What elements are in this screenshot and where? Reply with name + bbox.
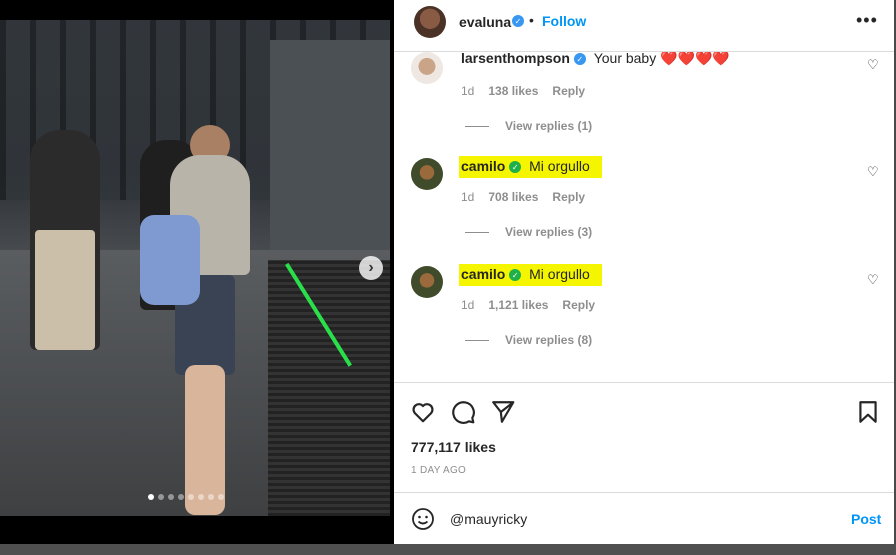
comment-highlight: camilo ✓ Mi orgullo <box>459 156 602 178</box>
comment-line: camilo ✓ Mi orgullo <box>459 264 602 286</box>
photo-pane: › <box>0 0 394 555</box>
commenter-username[interactable]: larsenthompson <box>461 52 570 66</box>
bottom-bar <box>0 544 896 555</box>
commenter-username[interactable]: camilo <box>461 158 505 174</box>
comment-input[interactable] <box>450 505 810 533</box>
photo-stage-block <box>268 260 390 516</box>
carousel-dot <box>188 494 194 500</box>
replies-dash <box>465 125 489 127</box>
carousel-dot <box>208 494 214 500</box>
verified-icon: ✓ <box>509 269 522 282</box>
photo-woman-with-baby <box>140 125 250 516</box>
view-replies-label: View replies (3) <box>505 225 593 239</box>
photo-person <box>30 130 100 350</box>
emoji-icon[interactable] <box>411 507 435 531</box>
post-side-panel: evaluna ✓ • Follow ••• larsenthompson ✓ … <box>394 0 894 544</box>
post-timestamp: 1 DAY AGO <box>411 465 467 476</box>
comments-list[interactable]: larsenthompson ✓ Your baby ❤️❤️❤️❤️ 1d 1… <box>394 52 894 382</box>
carousel-dot <box>198 494 204 500</box>
carousel-dot <box>158 494 164 500</box>
heart-icon[interactable] <box>410 399 436 425</box>
follow-button[interactable]: Follow <box>542 13 586 29</box>
post-header: evaluna ✓ • Follow ••• <box>394 0 894 52</box>
commenter-avatar[interactable] <box>411 52 443 84</box>
heart-icon[interactable]: ♡ <box>867 164 879 180</box>
chevron-right-icon: › <box>368 259 374 276</box>
comment-meta: 1d 1,121 likes Reply <box>461 298 595 312</box>
likes-count[interactable]: 777,117 likes <box>411 439 496 455</box>
comment-likes[interactable]: 138 likes <box>488 84 538 98</box>
view-replies-button[interactable]: View replies (8) <box>465 333 592 347</box>
carousel-dot <box>148 494 154 500</box>
verified-icon: ✓ <box>512 15 524 27</box>
post-photo[interactable] <box>0 20 390 516</box>
next-image-button[interactable]: › <box>359 256 383 280</box>
view-replies-button[interactable]: View replies (3) <box>465 225 592 239</box>
comment-age: 1d <box>461 190 475 204</box>
bookmark-icon[interactable] <box>855 399 881 425</box>
comment-text: Mi orgullo <box>529 158 590 174</box>
carousel-dots <box>148 494 224 500</box>
heart-icon[interactable]: ♡ <box>867 272 879 288</box>
share-icon[interactable] <box>490 399 516 425</box>
comment-highlight: camilo ✓ Mi orgullo <box>459 264 602 286</box>
comment-icon[interactable] <box>450 399 476 425</box>
post-actions: 777,117 likes 1 DAY AGO <box>394 382 894 492</box>
replies-dash <box>465 231 489 233</box>
verified-icon: ✓ <box>509 161 522 174</box>
comment-meta: 1d 708 likes Reply <box>461 190 585 204</box>
comment-line: camilo ✓ Mi orgullo <box>459 156 602 178</box>
comment-meta: 1d 138 likes Reply <box>461 84 585 98</box>
comment-likes[interactable]: 708 likes <box>488 190 538 204</box>
carousel-dot <box>168 494 174 500</box>
commenter-username[interactable]: camilo <box>461 266 505 282</box>
commenter-avatar[interactable] <box>411 266 443 298</box>
post-comment-button[interactable]: Post <box>851 511 881 527</box>
reply-button[interactable]: Reply <box>562 298 595 312</box>
comment-text: Your baby ❤️❤️❤️❤️ <box>593 52 730 66</box>
header-separator: • <box>529 12 534 28</box>
commenter-avatar[interactable] <box>411 158 443 190</box>
view-replies-label: View replies (1) <box>505 119 593 133</box>
reply-button[interactable]: Reply <box>552 84 585 98</box>
author-avatar[interactable] <box>414 6 446 38</box>
comment-composer: Post <box>394 492 894 544</box>
view-replies-button[interactable]: View replies (1) <box>465 119 592 133</box>
reply-button[interactable]: Reply <box>552 190 585 204</box>
more-icon[interactable]: ••• <box>856 10 878 31</box>
view-replies-label: View replies (8) <box>505 333 593 347</box>
comment-age: 1d <box>461 298 475 312</box>
replies-dash <box>465 339 489 341</box>
comment-text: Mi orgullo <box>529 266 590 282</box>
comment-line: larsenthompson ✓ Your baby ❤️❤️❤️❤️ <box>461 52 730 67</box>
comment-age: 1d <box>461 84 475 98</box>
heart-icon[interactable]: ♡ <box>867 57 879 73</box>
verified-icon: ✓ <box>573 53 586 66</box>
carousel-dot <box>178 494 184 500</box>
carousel-dot <box>218 494 224 500</box>
photo-stage-wall <box>270 40 390 260</box>
comment-likes[interactable]: 1,121 likes <box>488 298 548 312</box>
author-username[interactable]: evaluna <box>459 14 511 30</box>
